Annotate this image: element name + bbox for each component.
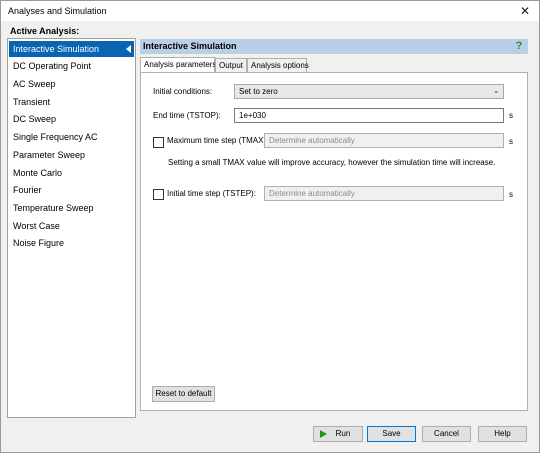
tmax-checkbox[interactable] bbox=[153, 137, 164, 148]
initial-conditions-label: Initial conditions: bbox=[153, 87, 213, 96]
save-button[interactable]: Save bbox=[367, 426, 416, 442]
analysis-item-dc-sweep[interactable]: DC Sweep bbox=[9, 111, 134, 127]
tstep-label: Initial time step (TSTEP): bbox=[167, 189, 256, 198]
tab-output[interactable]: Output bbox=[215, 58, 247, 72]
tmax-unit: s bbox=[509, 137, 513, 146]
help-icon[interactable]: ? bbox=[513, 40, 525, 52]
reset-to-default-button[interactable]: Reset to default bbox=[152, 386, 215, 402]
analysis-item-ac-sweep[interactable]: AC Sweep bbox=[9, 76, 134, 92]
close-icon[interactable]: ✕ bbox=[517, 3, 533, 19]
analysis-parameters-panel: Initial conditions: Set to zero ⌄ End ti… bbox=[140, 72, 528, 411]
end-time-unit: s bbox=[509, 111, 513, 120]
window-title: Analyses and Simulation bbox=[8, 6, 107, 16]
analysis-item-noise-figure[interactable]: Noise Figure bbox=[9, 235, 134, 251]
analysis-item-monte-carlo[interactable]: Monte Carlo bbox=[9, 165, 134, 181]
analysis-item-worst-case[interactable]: Worst Case bbox=[9, 218, 134, 234]
tstep-unit: s bbox=[509, 190, 513, 199]
panel-title: Interactive Simulation bbox=[143, 41, 237, 51]
help-button[interactable]: Help bbox=[478, 426, 527, 442]
tstep-input[interactable]: Determine automatically bbox=[264, 186, 504, 201]
tmax-note: Setting a small TMAX value will improve … bbox=[168, 158, 496, 167]
analyses-dialog: Analyses and Simulation ✕ Active Analysi… bbox=[0, 0, 540, 453]
analysis-item-fourier[interactable]: Fourier bbox=[9, 182, 134, 198]
end-time-input[interactable]: 1e+030 bbox=[234, 108, 504, 123]
analysis-list: Interactive Simulation DC Operating Poin… bbox=[7, 38, 136, 418]
analysis-item-temperature-sweep[interactable]: Temperature Sweep bbox=[9, 200, 134, 216]
analysis-item-parameter-sweep[interactable]: Parameter Sweep bbox=[9, 147, 134, 163]
initial-conditions-value: Set to zero bbox=[239, 87, 278, 96]
chevron-down-icon: ⌄ bbox=[493, 88, 499, 95]
analysis-item-dc-operating-point[interactable]: DC Operating Point bbox=[9, 58, 134, 74]
play-icon bbox=[320, 430, 327, 438]
cancel-button[interactable]: Cancel bbox=[422, 426, 471, 442]
tmax-label: Maximum time step (TMAX): bbox=[167, 136, 269, 145]
analysis-item-interactive-simulation[interactable]: Interactive Simulation bbox=[9, 41, 134, 57]
analysis-item-single-frequency-ac[interactable]: Single Frequency AC bbox=[9, 129, 134, 145]
tmax-input[interactable]: Determine automatically bbox=[264, 133, 504, 148]
end-time-label: End time (TSTOP): bbox=[153, 111, 221, 120]
run-label: Run bbox=[335, 429, 351, 438]
active-analysis-label: Active Analysis: bbox=[10, 26, 80, 36]
initial-conditions-select[interactable]: Set to zero ⌄ bbox=[234, 84, 504, 99]
tstep-checkbox[interactable] bbox=[153, 189, 164, 200]
tab-analysis-options[interactable]: Analysis options bbox=[247, 58, 309, 72]
run-button[interactable]: Run bbox=[313, 426, 363, 442]
tab-analysis-parameters[interactable]: Analysis parameters bbox=[140, 57, 216, 72]
analysis-item-transient[interactable]: Transient bbox=[9, 94, 134, 110]
title-bar: Analyses and Simulation ✕ bbox=[1, 1, 539, 21]
panel-header: Interactive Simulation ? bbox=[140, 39, 528, 54]
